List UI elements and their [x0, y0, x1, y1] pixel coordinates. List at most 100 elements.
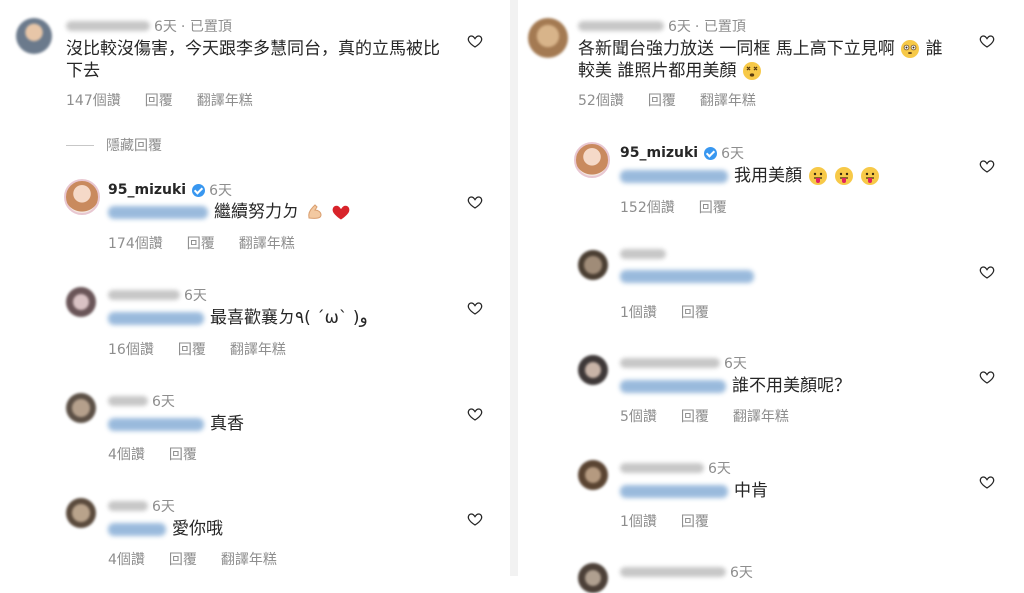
- heart-outline-icon[interactable]: [979, 33, 995, 49]
- username-blurred[interactable]: [578, 21, 664, 31]
- likes-count[interactable]: 5個讚: [620, 406, 657, 426]
- avatar[interactable]: [16, 18, 52, 54]
- reply-button[interactable]: 回覆: [145, 90, 173, 110]
- reply-actions: 4個讚 回覆 翻譯年糕: [108, 549, 277, 569]
- avatar[interactable]: [578, 355, 608, 385]
- avatar-mizuki[interactable]: [64, 179, 100, 215]
- reply-button[interactable]: 回覆: [178, 339, 206, 359]
- username-blurred[interactable]: [620, 358, 720, 368]
- reply-username[interactable]: 95_mizuki: [620, 145, 698, 161]
- comment-time: 6天: [154, 19, 177, 35]
- username-blurred[interactable]: [108, 396, 148, 406]
- reply-button[interactable]: 回覆: [187, 233, 215, 253]
- reply-meta: 6天: [108, 496, 175, 516]
- username-blurred[interactable]: [620, 249, 666, 259]
- divider-line: [66, 144, 94, 146]
- mention-blurred[interactable]: [108, 311, 204, 325]
- username-blurred[interactable]: [66, 21, 150, 31]
- reply-message: 繼續努力ㄉ: [214, 202, 299, 222]
- translate-button[interactable]: 翻譯年糕: [221, 549, 277, 569]
- avatar-mizuki[interactable]: [574, 142, 610, 178]
- avatar[interactable]: [578, 250, 608, 280]
- heart-outline-icon[interactable]: [467, 194, 483, 210]
- reply-actions: 1個讚 回覆: [620, 302, 709, 322]
- heart-outline-icon[interactable]: [467, 33, 483, 49]
- reply-button[interactable]: 回覆: [699, 197, 727, 217]
- reply-button[interactable]: 回覆: [648, 90, 676, 110]
- username-blurred[interactable]: [108, 290, 180, 300]
- likes-count[interactable]: 4個讚: [108, 444, 145, 464]
- avatar[interactable]: [66, 287, 96, 317]
- reply-button[interactable]: 回覆: [681, 511, 709, 531]
- mention-blurred[interactable]: [620, 270, 754, 283]
- reply-button[interactable]: 回覆: [169, 549, 197, 569]
- translate-button[interactable]: 翻譯年糕: [700, 90, 756, 110]
- reply-text: 最喜歡襄ㄉ٩( ´ω` )و: [108, 307, 368, 329]
- flushed-face-icon: [901, 40, 920, 58]
- reply-text: 中肯: [620, 480, 768, 502]
- translate-button[interactable]: 翻譯年糕: [733, 406, 789, 426]
- username-blurred[interactable]: [108, 501, 148, 511]
- reply-actions: 174個讚 回覆 翻譯年糕: [108, 233, 295, 253]
- heart-outline-icon[interactable]: [979, 474, 995, 490]
- likes-count[interactable]: 147個讚: [66, 90, 121, 110]
- likes-count[interactable]: 152個讚: [620, 197, 675, 217]
- reply-message: 最喜歡襄ㄉ٩( ´ω` )و: [210, 308, 368, 328]
- reply-message: 我用美顏: [734, 166, 802, 186]
- avatar[interactable]: [578, 563, 608, 593]
- translate-button[interactable]: 翻譯年糕: [239, 233, 295, 253]
- reply-meta: 95_mizuki 6天: [620, 143, 744, 163]
- reply-message: 真香: [210, 414, 244, 434]
- comment-text-line-1: 各新聞台強力放送 一同框 馬上高下立見啊: [578, 39, 895, 59]
- reply-meta: [620, 249, 666, 259]
- mention-blurred[interactable]: [620, 379, 726, 393]
- reply-text: 繼續努力ㄉ: [108, 201, 351, 223]
- pinned-label: · 已置頂: [180, 19, 232, 35]
- username-blurred[interactable]: [620, 463, 704, 473]
- reply-button[interactable]: 回覆: [681, 406, 709, 426]
- translate-button[interactable]: 翻譯年糕: [197, 90, 253, 110]
- translate-button[interactable]: 翻譯年糕: [230, 339, 286, 359]
- avatar[interactable]: [578, 460, 608, 490]
- mention-blurred[interactable]: [620, 169, 728, 183]
- reply-button[interactable]: 回覆: [169, 444, 197, 464]
- likes-count[interactable]: 16個讚: [108, 339, 154, 359]
- reply-meta: 6天: [620, 562, 753, 582]
- reply-message: 中肯: [734, 481, 768, 501]
- heart-outline-icon[interactable]: [467, 511, 483, 527]
- mention-blurred[interactable]: [108, 417, 204, 431]
- avatar[interactable]: [66, 393, 96, 423]
- likes-count[interactable]: 52個讚: [578, 90, 624, 110]
- heart-outline-icon[interactable]: [979, 158, 995, 174]
- reply-actions: 16個讚 回覆 翻譯年糕: [108, 339, 286, 359]
- reply-text: 愛你哦: [108, 518, 223, 540]
- reply-text: [620, 270, 754, 283]
- reply-time: 6天: [152, 499, 175, 515]
- mention-blurred[interactable]: [108, 205, 208, 219]
- avatar[interactable]: [528, 18, 568, 58]
- reply-text: 我用美顏: [620, 165, 880, 187]
- avatar[interactable]: [66, 498, 96, 528]
- verified-badge-icon: [704, 146, 718, 160]
- likes-count[interactable]: 4個讚: [108, 549, 145, 569]
- reply-time: 6天: [152, 394, 175, 410]
- likes-count[interactable]: 1個讚: [620, 511, 657, 531]
- heart-outline-icon[interactable]: [979, 369, 995, 385]
- heart-outline-icon[interactable]: [467, 300, 483, 316]
- verified-badge-icon: [192, 183, 206, 197]
- reply-text: 誰不用美顏呢？: [620, 375, 851, 397]
- reply-meta: 6天: [620, 353, 747, 373]
- reply-username[interactable]: 95_mizuki: [108, 182, 186, 198]
- mention-blurred[interactable]: [620, 484, 728, 498]
- comment-meta: 6天 · 已置頂: [578, 16, 746, 36]
- likes-count[interactable]: 1個讚: [620, 302, 657, 322]
- likes-count[interactable]: 174個讚: [108, 233, 163, 253]
- tongue-face-icon: [809, 167, 827, 185]
- reply-actions: 1個讚 回覆: [620, 511, 709, 531]
- reply-time: 6天: [708, 461, 731, 477]
- reply-button[interactable]: 回覆: [681, 302, 709, 322]
- heart-outline-icon[interactable]: [467, 406, 483, 422]
- mention-blurred[interactable]: [108, 522, 166, 536]
- heart-outline-icon[interactable]: [979, 264, 995, 280]
- hide-replies-toggle[interactable]: 隱藏回覆: [66, 135, 162, 155]
